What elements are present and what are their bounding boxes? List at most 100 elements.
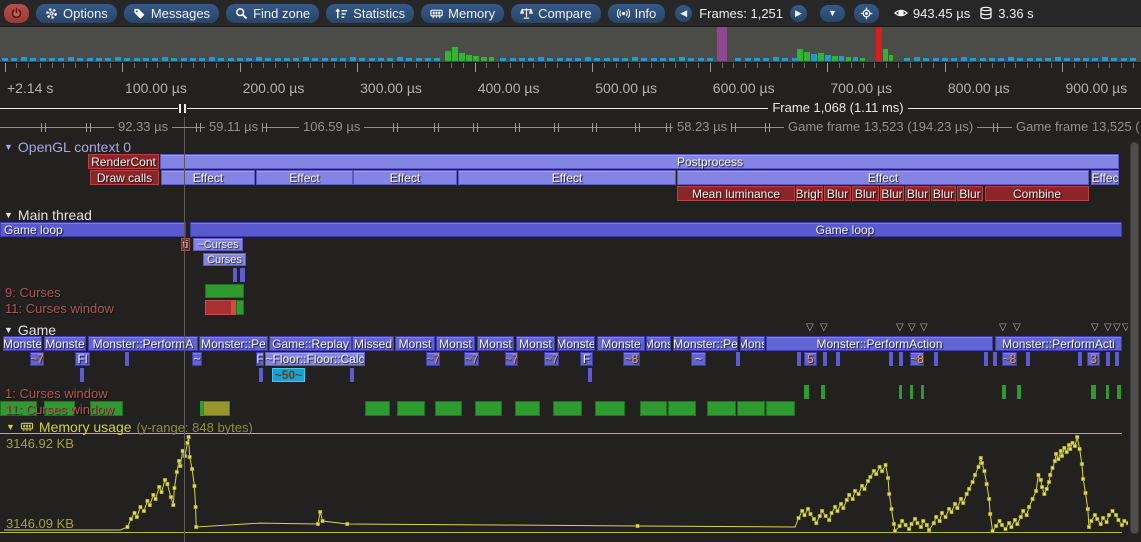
frame-bar[interactable] xyxy=(425,58,431,61)
frame-bar[interactable] xyxy=(284,58,290,61)
frame-bar[interactable] xyxy=(528,58,534,61)
zone[interactable]: Monste xyxy=(3,336,42,351)
zone[interactable] xyxy=(1002,385,1006,399)
zone[interactable]: Combine xyxy=(985,186,1089,201)
message-marker-icon[interactable]: ▽ xyxy=(999,322,1007,333)
frame-bar[interactable] xyxy=(594,58,600,61)
frame-bar[interactable] xyxy=(660,58,666,61)
frame-bar[interactable] xyxy=(143,58,149,61)
zone[interactable]: ~8 xyxy=(623,352,640,366)
next-frame-button[interactable]: ▶ xyxy=(790,5,807,22)
zone[interactable]: 5 xyxy=(804,352,817,366)
frame-bar[interactable] xyxy=(933,58,939,61)
frame-bar[interactable] xyxy=(632,57,638,61)
frame-bar[interactable] xyxy=(246,58,252,61)
find-zone-button[interactable]: Find zone xyxy=(226,4,319,23)
frame-bar[interactable] xyxy=(585,57,591,61)
frame-bar[interactable] xyxy=(500,58,506,61)
frame-bar[interactable] xyxy=(1074,58,1080,61)
frame-bar[interactable] xyxy=(510,58,516,61)
frame-bar[interactable] xyxy=(340,58,346,61)
frame-bar[interactable] xyxy=(942,58,948,61)
zone[interactable]: Monste xyxy=(597,336,645,351)
frame-bar[interactable] xyxy=(452,47,458,61)
frame-bar[interactable] xyxy=(152,58,158,61)
frame-bar[interactable] xyxy=(1111,58,1117,61)
zone[interactable]: ~7 xyxy=(544,352,559,366)
zone[interactable]: 3 xyxy=(1087,352,1100,366)
frame-bar[interactable] xyxy=(21,57,27,61)
frame-bar[interactable] xyxy=(303,57,309,61)
zone[interactable] xyxy=(515,401,540,416)
zone[interactable] xyxy=(1026,352,1030,366)
frame-bar[interactable] xyxy=(1055,57,1061,61)
frame-bar[interactable] xyxy=(1092,58,1098,61)
frame-bar[interactable] xyxy=(970,58,976,61)
frame-bar[interactable] xyxy=(406,58,412,61)
frame-bar[interactable] xyxy=(1017,58,1023,61)
frame-bar[interactable] xyxy=(519,58,525,61)
frame-bar[interactable] xyxy=(889,55,893,61)
frame-bar[interactable] xyxy=(557,58,563,61)
frame-bar[interactable] xyxy=(641,58,647,61)
zone[interactable]: ~7 xyxy=(426,352,440,366)
frame-bar[interactable] xyxy=(745,58,751,61)
info-button[interactable]: Info xyxy=(608,4,666,23)
zone[interactable] xyxy=(1106,385,1109,399)
zone[interactable]: ~Floor::Floor::Calc xyxy=(265,352,365,366)
frame-bar[interactable] xyxy=(30,58,36,61)
options-button[interactable]: Options xyxy=(36,4,117,23)
frame-bar[interactable] xyxy=(688,58,694,61)
zone[interactable]: ~ xyxy=(192,352,202,366)
frame-bar[interactable] xyxy=(547,58,553,61)
zone[interactable]: ti xyxy=(181,238,190,251)
frame-bar[interactable] xyxy=(853,57,858,61)
zone[interactable]: Monster::PerformA xyxy=(88,336,198,351)
zone[interactable]: F xyxy=(256,352,264,366)
zone[interactable] xyxy=(240,268,245,282)
messages-button[interactable]: Messages xyxy=(124,4,219,23)
frame-bar[interactable] xyxy=(445,51,451,61)
frame-bar[interactable] xyxy=(397,57,403,61)
zone[interactable] xyxy=(233,268,237,282)
frame-bar[interactable] xyxy=(818,53,824,61)
zone[interactable]: Fl xyxy=(75,352,90,366)
memory-button[interactable]: Memory xyxy=(421,4,504,23)
zone[interactable] xyxy=(80,368,84,382)
zone[interactable]: Monster::Pe xyxy=(673,336,738,351)
zone[interactable] xyxy=(1117,385,1121,399)
zone[interactable] xyxy=(910,385,913,399)
frame-bar[interactable] xyxy=(1045,58,1051,61)
message-marker-icon[interactable]: ▽ xyxy=(1104,322,1112,333)
frame-bar[interactable] xyxy=(860,58,865,61)
frame-bar[interactable] xyxy=(613,58,619,61)
zone[interactable]: Missed xyxy=(352,336,394,351)
frame-bar[interactable] xyxy=(679,57,685,61)
zone[interactable] xyxy=(984,352,988,366)
frame-bar[interactable] xyxy=(312,58,318,61)
frame-bar[interactable] xyxy=(575,58,581,61)
zone[interactable]: Blur xyxy=(824,186,851,201)
frame-bar[interactable] xyxy=(134,58,140,61)
zone[interactable] xyxy=(921,385,924,399)
zone[interactable]: F xyxy=(580,352,593,366)
zone[interactable]: Monst xyxy=(436,336,475,351)
zone[interactable] xyxy=(899,352,903,366)
frame-bar[interactable] xyxy=(604,58,610,61)
frame-bar[interactable] xyxy=(538,57,544,61)
frame-bar[interactable] xyxy=(387,58,393,61)
zone[interactable]: Draw calls xyxy=(90,170,159,185)
frame-bar[interactable] xyxy=(832,56,838,61)
message-marker-icon[interactable]: ▽ xyxy=(806,322,814,333)
frame-bar[interactable] xyxy=(162,57,168,61)
message-marker-icon[interactable]: ▽ xyxy=(1091,322,1099,333)
zone[interactable] xyxy=(836,352,840,366)
frame-bar[interactable] xyxy=(96,58,102,61)
zone[interactable] xyxy=(993,352,997,366)
message-marker-icon[interactable]: ▽ xyxy=(920,322,928,333)
frame-bar[interactable] xyxy=(923,58,929,61)
frame-bar[interactable] xyxy=(369,58,375,61)
frame-bar[interactable] xyxy=(989,58,995,61)
frame-bar[interactable] xyxy=(980,58,986,61)
frame-bar[interactable] xyxy=(190,58,196,61)
